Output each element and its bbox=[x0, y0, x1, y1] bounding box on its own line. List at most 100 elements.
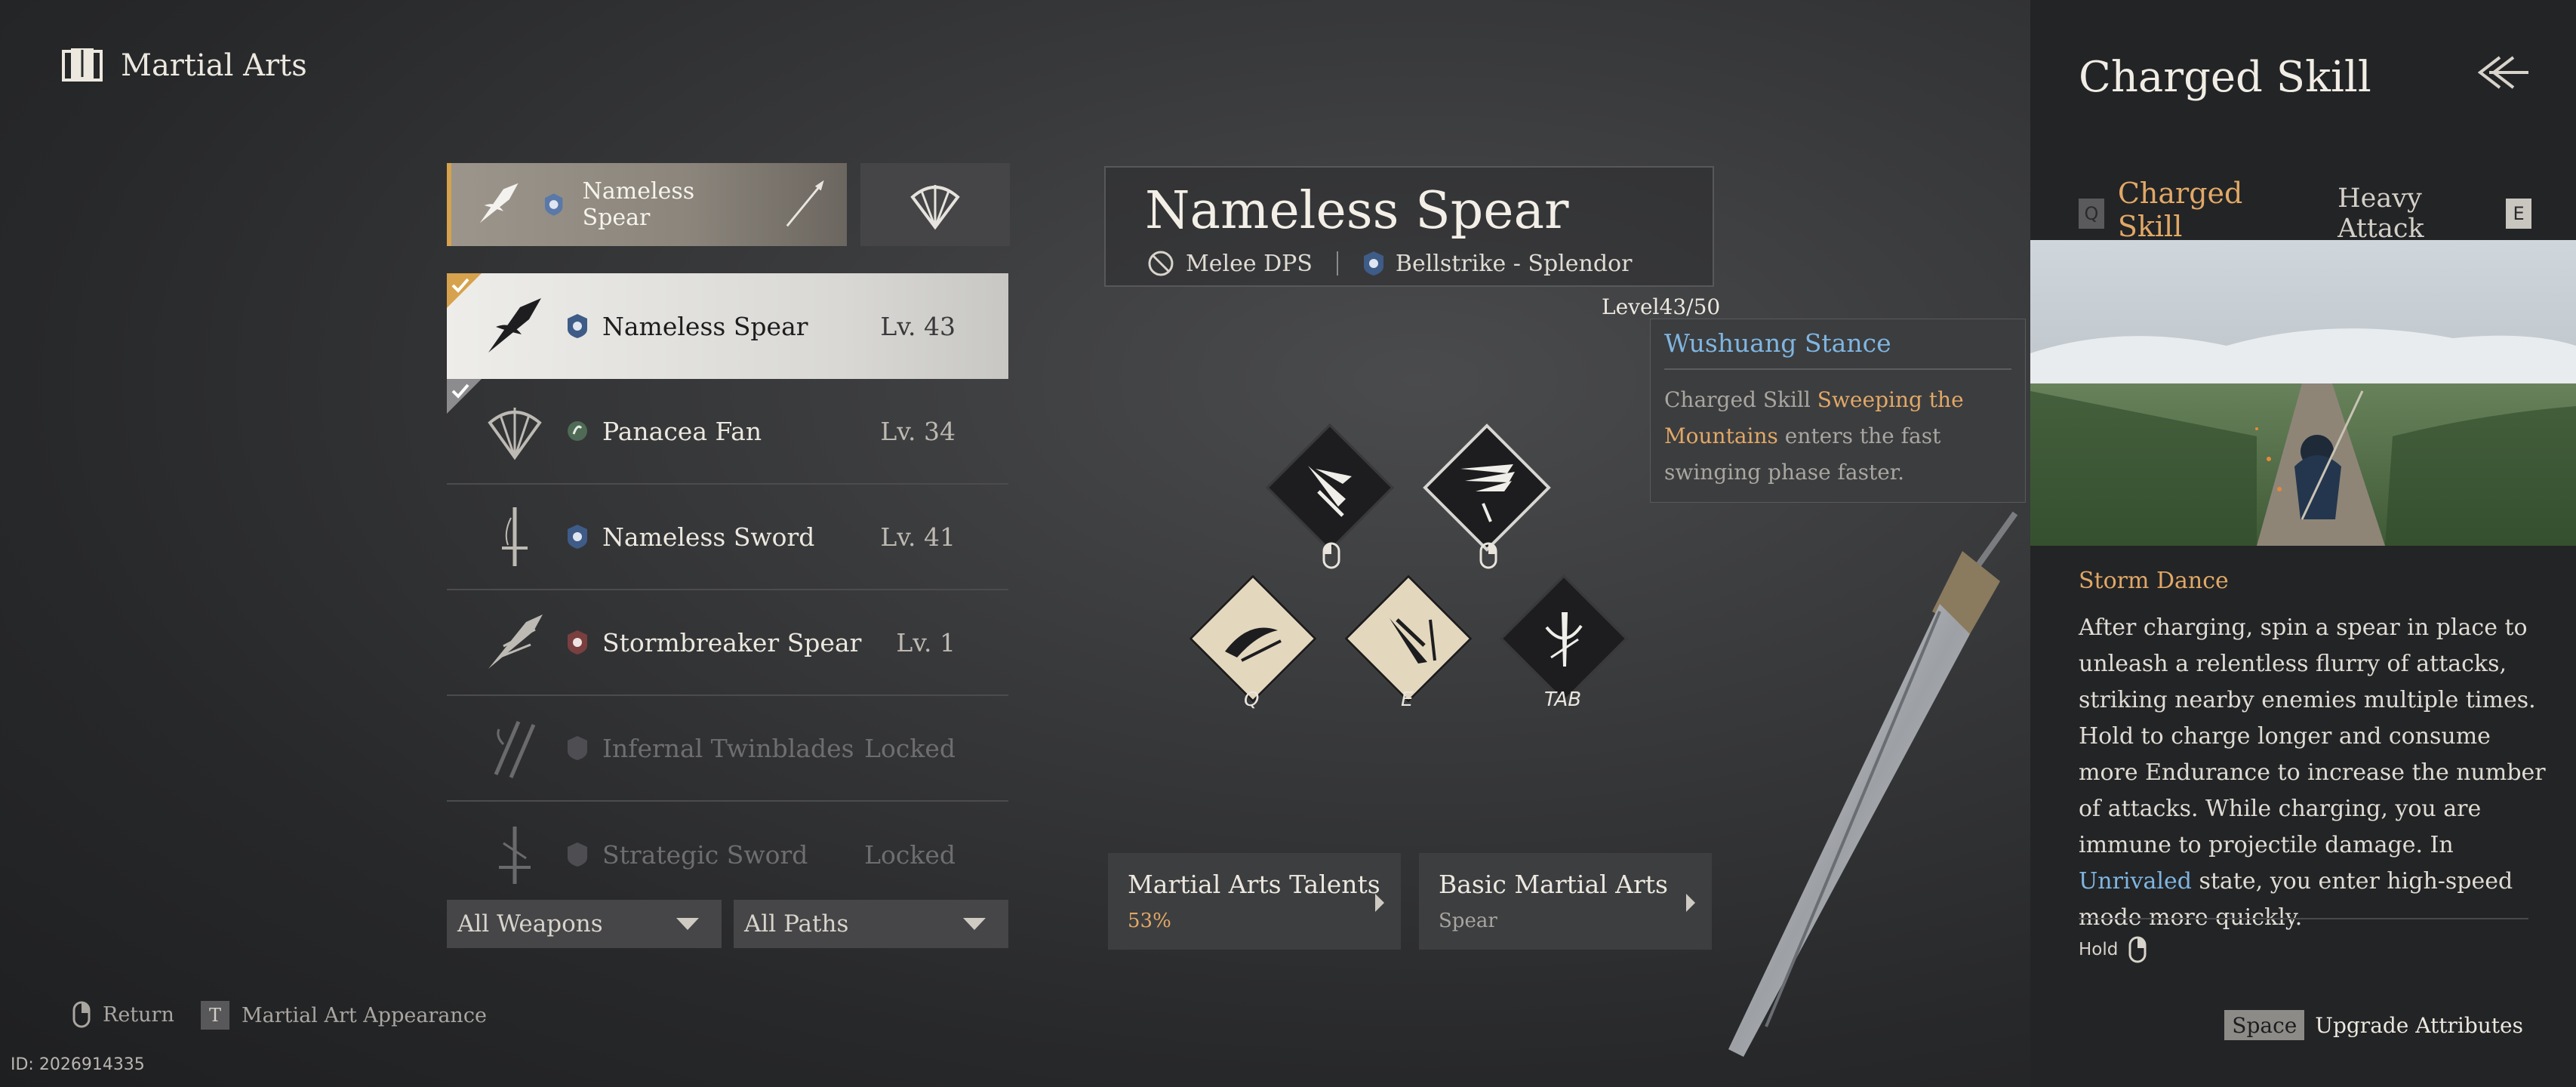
weapon-row-nameless-spear[interactable]: Nameless Spear Lv. 43 bbox=[447, 273, 1008, 379]
twinblades-icon bbox=[477, 710, 552, 786]
book-icon bbox=[62, 48, 103, 82]
no-entry-icon bbox=[1148, 251, 1174, 276]
path-tag: Bellstrike - Splendor bbox=[1395, 250, 1633, 277]
weapon-row-stormbreaker-spear[interactable]: Stormbreaker Spear Lv. 1 bbox=[447, 590, 1008, 696]
talents-progress: 53% bbox=[1128, 910, 1171, 932]
skill-tooltip: Wushuang Stance Charged Skill Sweeping t… bbox=[1650, 319, 2026, 503]
weapon-name: Nameless Sword bbox=[602, 522, 815, 552]
spear-weapon-icon bbox=[479, 183, 519, 223]
weapon-list: Nameless Spear Lv. 43 Panacea Fan Lv. 34… bbox=[447, 273, 1008, 907]
weapon-slot-primary[interactable]: Nameless Spear bbox=[447, 163, 847, 246]
weapon-tags: Melee DPS Bellstrike - Splendor bbox=[1146, 249, 1632, 278]
path-badge-icon bbox=[568, 525, 587, 549]
active-weapon-name: Nameless Spear bbox=[582, 178, 695, 231]
tab-next-key: E bbox=[2506, 198, 2531, 229]
weapon-info-box: Nameless Spear Melee DPS Bellstrike - Sp… bbox=[1104, 166, 1714, 287]
equipped-check-icon bbox=[447, 273, 482, 308]
upgrade-attributes-button[interactable]: Space Upgrade Attributes bbox=[2224, 1010, 2523, 1040]
weapon-level: Lv. 34 bbox=[880, 416, 956, 446]
player-id: ID: 2026914335 bbox=[11, 1055, 145, 1074]
spear-model-image bbox=[1728, 511, 2018, 1057]
collapse-arrow-icon[interactable] bbox=[2474, 51, 2531, 94]
chevron-right-icon bbox=[1375, 894, 1384, 912]
strike-skill-icon bbox=[1390, 618, 1436, 664]
return-hint[interactable]: Return bbox=[72, 1001, 174, 1028]
tab-charged-skill[interactable]: Charged Skill bbox=[2117, 177, 2305, 250]
skill-description: After charging, spin a spear in place to… bbox=[2079, 610, 2547, 936]
skill-key-tab: TAB bbox=[1544, 688, 1582, 711]
hold-label: Hold bbox=[2079, 940, 2119, 959]
weapon-level: Locked bbox=[864, 839, 956, 870]
equipped-check-icon bbox=[447, 379, 482, 414]
weapon-row-strategic-sword[interactable]: Strategic Sword Locked bbox=[447, 802, 1008, 907]
skill-preview-image bbox=[2030, 240, 2576, 546]
ultimate-skill-icon bbox=[1545, 612, 1583, 667]
tag-divider bbox=[1336, 251, 1338, 276]
basic-martial-arts-button[interactable]: Basic Martial Arts Spear bbox=[1419, 853, 1712, 950]
weapon-name: Stormbreaker Spear bbox=[602, 627, 862, 657]
stormbreaker-spear-icon bbox=[477, 605, 552, 680]
role-tag: Melee DPS bbox=[1186, 250, 1313, 277]
page-title: Martial Arts bbox=[121, 48, 307, 83]
skill-tabs: Q Charged Skill Heavy Attack E bbox=[2079, 177, 2531, 250]
appearance-key: T bbox=[201, 1001, 229, 1030]
tooltip-title: Wushuang Stance bbox=[1664, 328, 2011, 370]
weapon-name: Infernal Twinblades bbox=[602, 733, 854, 763]
weapon-name: Strategic Sword bbox=[602, 839, 808, 870]
path-badge-icon bbox=[545, 193, 563, 216]
panel-divider bbox=[2079, 918, 2528, 919]
spear-thrust-icon bbox=[1308, 466, 1352, 517]
weapon-level: Locked bbox=[864, 733, 956, 763]
path-filter-value: All Paths bbox=[744, 910, 849, 938]
weapon-row-panacea-fan[interactable]: Panacea Fan Lv. 34 bbox=[447, 379, 1008, 485]
basic-title: Basic Martial Arts bbox=[1439, 870, 1668, 899]
sword-icon bbox=[477, 499, 552, 574]
martial-arts-talents-button[interactable]: Martial Arts Talents 53% bbox=[1108, 853, 1401, 950]
page-header: Martial Arts bbox=[60, 47, 307, 85]
path-badge-icon bbox=[568, 314, 587, 338]
chevron-right-icon bbox=[1686, 894, 1695, 912]
description-text: After charging, spin a spear in place to… bbox=[2079, 614, 2546, 858]
mouse-right-icon bbox=[2128, 936, 2147, 963]
weapon-slot-secondary[interactable] bbox=[860, 163, 1010, 246]
tab-prev-key: Q bbox=[2079, 198, 2104, 229]
skill-detail-panel: Charged Skill Q Charged Skill Heavy Atta… bbox=[2030, 0, 2576, 1087]
tooltip-text: Charged Skill bbox=[1664, 387, 1817, 412]
weapon-level: Lv. 41 bbox=[880, 522, 956, 552]
path-badge-icon bbox=[568, 630, 587, 654]
storm-dance-icon bbox=[1460, 464, 1515, 522]
weapon-filter-value: All Weapons bbox=[457, 910, 603, 938]
skill-name: Storm Dance bbox=[2079, 568, 2229, 594]
panel-title: Charged Skill bbox=[2079, 53, 2371, 102]
strategic-sword-icon bbox=[477, 817, 552, 892]
appearance-hint[interactable]: T Martial Art Appearance bbox=[201, 1001, 487, 1030]
path-badge-icon bbox=[568, 421, 587, 441]
path-filter-dropdown[interactable]: All Paths bbox=[734, 900, 1008, 948]
mouse-right-icon bbox=[1479, 542, 1497, 569]
path-badge-icon bbox=[568, 736, 587, 760]
skill-key-q: Q bbox=[1244, 688, 1260, 711]
basic-subtitle: Spear bbox=[1439, 910, 1497, 932]
skill-key-e: E bbox=[1401, 688, 1414, 711]
fan-weapon-icon bbox=[910, 185, 960, 230]
weapon-title: Nameless Spear bbox=[1145, 181, 1569, 241]
weapon-level-progress: Level43/50 bbox=[1602, 294, 1721, 319]
tab-heavy-attack[interactable]: Heavy Attack bbox=[2337, 183, 2506, 244]
path-badge-icon bbox=[1363, 251, 1383, 276]
weapon-row-infernal-twinblades[interactable]: Infernal Twinblades Locked bbox=[447, 696, 1008, 802]
weapon-level: Lv. 1 bbox=[896, 627, 956, 657]
spear-tip-icon bbox=[786, 180, 825, 227]
description-highlight: Unrivaled bbox=[2079, 868, 2192, 895]
upgrade-label: Upgrade Attributes bbox=[2315, 1012, 2523, 1038]
sweep-skill-icon bbox=[1225, 627, 1282, 662]
path-badge-icon bbox=[568, 842, 587, 867]
spear-icon bbox=[477, 288, 552, 364]
chevron-down-icon bbox=[676, 918, 699, 930]
upgrade-key: Space bbox=[2224, 1010, 2305, 1040]
appearance-label: Martial Art Appearance bbox=[242, 1003, 487, 1027]
chevron-down-icon bbox=[963, 918, 986, 930]
talents-title: Martial Arts Talents bbox=[1128, 870, 1380, 899]
weapon-filter-dropdown[interactable]: All Weapons bbox=[447, 900, 722, 948]
weapon-row-nameless-sword[interactable]: Nameless Sword Lv. 41 bbox=[447, 485, 1008, 590]
weapon-name: Nameless Spear bbox=[602, 311, 808, 341]
